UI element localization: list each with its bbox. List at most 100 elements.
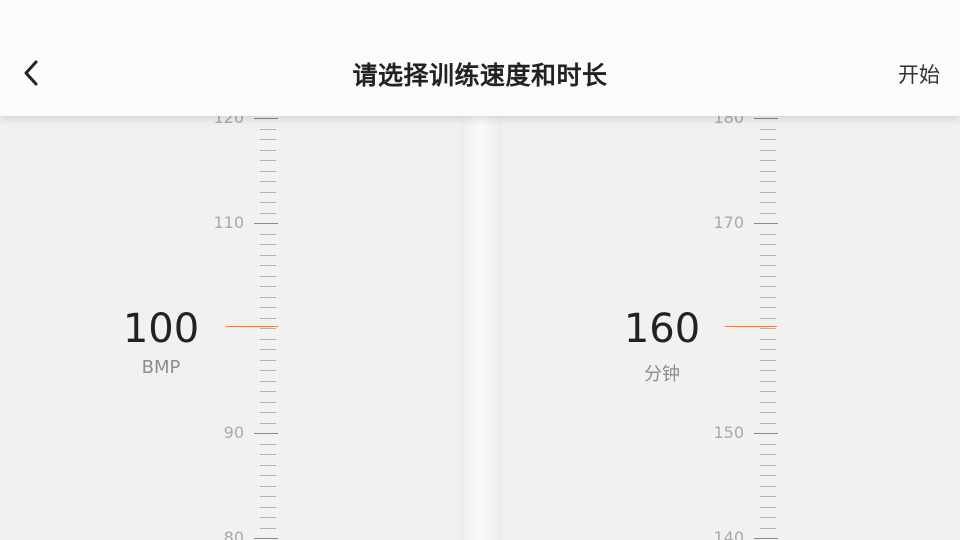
ruler-minor-tick (760, 202, 776, 203)
ruler-minor-tick (260, 475, 276, 476)
ruler-minor-tick (260, 370, 276, 371)
ruler-minor-tick (760, 265, 776, 266)
ruler-minor-tick (760, 517, 776, 518)
ruler-minor-tick (760, 129, 776, 130)
ruler-minor-tick (760, 192, 776, 193)
ruler-minor-tick (260, 318, 276, 319)
ruler-minor-tick (260, 150, 276, 151)
ruler-minor-tick (760, 276, 776, 277)
ruler-minor-tick (760, 171, 776, 172)
app: 请选择训练速度和时长 开始 120 110 90 80 100 BMP 180 170 1… (0, 0, 960, 540)
ruler-major-tick (254, 433, 278, 434)
ruler-minor-tick (260, 276, 276, 277)
ruler-minor-tick (760, 402, 776, 403)
ruler-minor-tick (260, 139, 276, 140)
ruler-minor-tick (760, 475, 776, 476)
ruler-minor-tick (760, 255, 776, 256)
ruler-major-tick (754, 538, 778, 539)
ruler-minor-tick (260, 486, 276, 487)
duration-picker: 180 170 150 140 160 分钟 (502, 116, 960, 540)
ruler-minor-tick (260, 255, 276, 256)
ruler-minor-tick (760, 297, 776, 298)
speed-tick-label: 80 (223, 528, 244, 540)
ruler-minor-tick (760, 339, 776, 340)
ruler-minor-tick (760, 349, 776, 350)
ruler-minor-tick (760, 391, 776, 392)
ruler-minor-tick (260, 192, 276, 193)
speed-picker: 120 110 90 80 100 BMP (0, 116, 460, 540)
ruler-minor-tick (760, 381, 776, 382)
ruler-minor-tick (260, 307, 276, 308)
duration-unit: 分钟 (644, 364, 680, 385)
ruler-minor-tick (260, 181, 276, 182)
ruler-minor-tick (260, 160, 276, 161)
ruler-minor-tick (260, 391, 276, 392)
duration-tick-label: 150 (713, 423, 744, 442)
panel-divider (460, 116, 502, 540)
ruler-minor-tick (760, 244, 776, 245)
speed-tick-label: 110 (213, 213, 244, 232)
ruler-major-tick (754, 223, 778, 224)
ruler-minor-tick (260, 517, 276, 518)
ruler-minor-tick (760, 444, 776, 445)
speed-unit: BMP (141, 357, 181, 378)
ruler-minor-tick (760, 454, 776, 455)
ruler-minor-tick (760, 370, 776, 371)
ruler-minor-tick (760, 160, 776, 161)
ruler-minor-tick (260, 444, 276, 445)
ruler-minor-tick (760, 486, 776, 487)
ruler-minor-tick (760, 286, 776, 287)
ruler-minor-tick (260, 244, 276, 245)
ruler-minor-tick (760, 465, 776, 466)
ruler-minor-tick (260, 496, 276, 497)
ruler-minor-tick (760, 528, 776, 529)
speed-tick-label: 120 (213, 116, 244, 127)
ruler-minor-tick (760, 307, 776, 308)
ruler-major-tick (754, 433, 778, 434)
duration-tick-label: 140 (713, 528, 744, 540)
ruler-minor-tick (260, 234, 276, 235)
ruler-major-tick (254, 538, 278, 539)
ruler-major-tick (254, 223, 278, 224)
ruler-minor-tick (260, 297, 276, 298)
ruler-minor-tick (260, 265, 276, 266)
ruler-major-tick (754, 118, 778, 119)
ruler-minor-tick (760, 150, 776, 151)
ruler-minor-tick (760, 181, 776, 182)
ruler-minor-tick (260, 528, 276, 529)
ruler-minor-tick (260, 171, 276, 172)
ruler-minor-tick (260, 454, 276, 455)
duration-tick-label: 170 (713, 213, 744, 232)
speed-indicator-line (226, 326, 278, 327)
ruler-minor-tick (260, 328, 276, 329)
top-bar: 请选择训练速度和时长 开始 (0, 0, 960, 116)
ruler-major-tick (254, 118, 278, 119)
page-title: 请选择训练速度和时长 (352, 61, 608, 90)
ruler-minor-tick (760, 507, 776, 508)
ruler-minor-tick (760, 318, 776, 319)
start-button[interactable]: 开始 (898, 59, 940, 89)
ruler-minor-tick (760, 328, 776, 329)
ruler-minor-tick (760, 213, 776, 214)
ruler-minor-tick (260, 349, 276, 350)
ruler-minor-tick (760, 360, 776, 361)
ruler-minor-tick (260, 381, 276, 382)
ruler-minor-tick (760, 139, 776, 140)
duration-value: 160 (623, 306, 701, 352)
ruler-minor-tick (260, 412, 276, 413)
ruler-minor-tick (260, 213, 276, 214)
ruler-minor-tick (760, 412, 776, 413)
ruler-minor-tick (260, 402, 276, 403)
speed-tick-label: 90 (223, 423, 244, 442)
ruler-minor-tick (260, 286, 276, 287)
speed-value: 100 (122, 306, 200, 352)
duration-indicator-line (725, 326, 777, 327)
ruler-minor-tick (260, 202, 276, 203)
ruler-minor-tick (760, 496, 776, 497)
ruler-minor-tick (260, 339, 276, 340)
ruler-minor-tick (260, 423, 276, 424)
ruler-minor-tick (260, 129, 276, 130)
ruler-minor-tick (260, 465, 276, 466)
ruler-minor-tick (760, 423, 776, 424)
ruler-minor-tick (260, 507, 276, 508)
